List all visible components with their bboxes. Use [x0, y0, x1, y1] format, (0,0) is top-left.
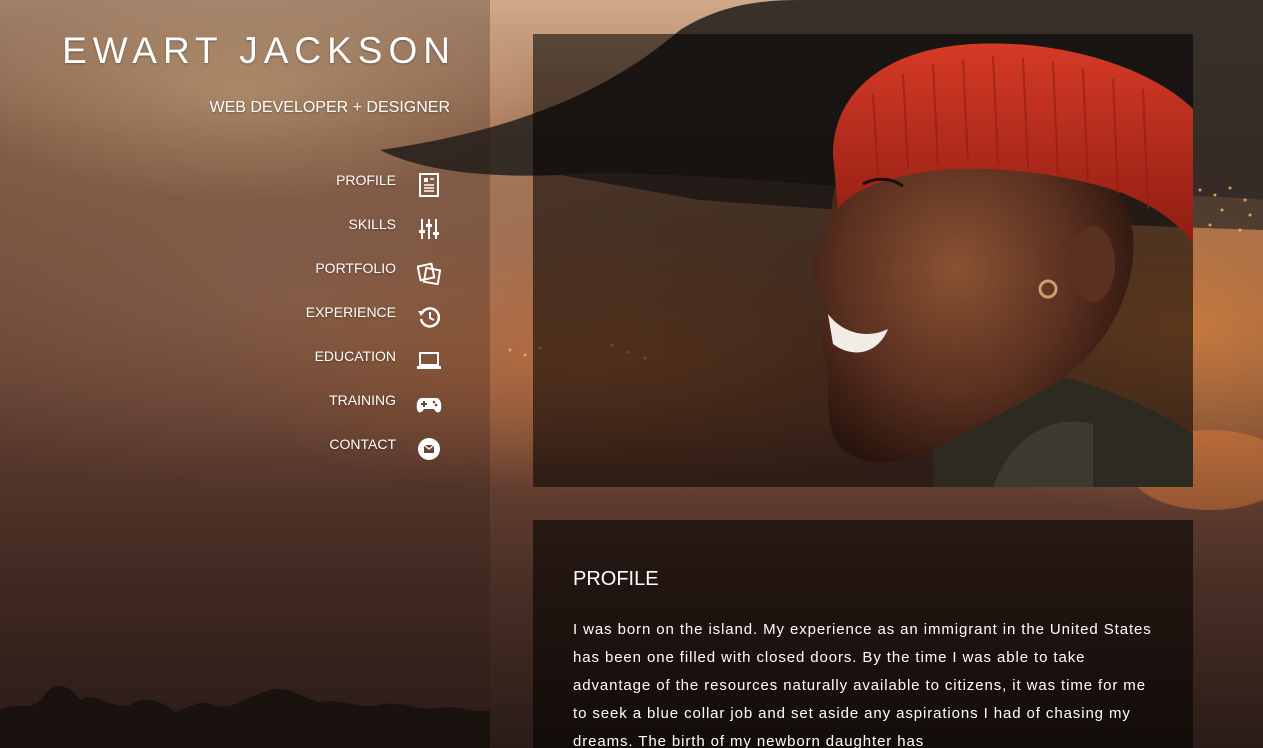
nav-item-label: EXPERIENCE [305, 304, 396, 320]
nav-item-contact[interactable]: CONTACT [182, 427, 442, 471]
gamepad-icon [416, 392, 442, 418]
history-icon [416, 304, 442, 330]
nav-item-label: CONTACT [329, 436, 396, 452]
site-title: EWART JACKSON [62, 30, 456, 71]
nav-item-label: PORTFOLIO [315, 260, 396, 276]
nav-item-label: PROFILE [336, 172, 396, 188]
page: EWART JACKSON WEB DEVELOPER + DESIGNER P… [0, 0, 1263, 748]
tree-silhouette [0, 685, 490, 748]
document-icon [416, 172, 442, 198]
nav-item-experience[interactable]: EXPERIENCE [182, 295, 442, 339]
sidebar-panel: EWART JACKSON WEB DEVELOPER + DESIGNER P… [0, 0, 490, 748]
nav-item-skills[interactable]: SKILLS [182, 207, 442, 251]
main-nav: PROFILE SKILLS PORTFOLIO EXPERIENCE EDUC… [182, 163, 442, 471]
nav-item-profile[interactable]: PROFILE [182, 163, 442, 207]
portrait-card [533, 34, 1193, 487]
nav-item-portfolio[interactable]: PORTFOLIO [182, 251, 442, 295]
site-tagline: WEB DEVELOPER + DESIGNER [209, 99, 450, 116]
portrait-image [812, 43, 1193, 487]
sliders-icon [416, 216, 442, 242]
profile-text: I was born on the island. My experience … [573, 621, 1152, 748]
nav-item-label: SKILLS [348, 216, 396, 232]
profile-heading: PROFILE [573, 568, 659, 590]
nav-item-education[interactable]: EDUCATION [182, 339, 442, 383]
mail-icon [416, 436, 442, 462]
photos-icon [416, 260, 442, 286]
laptop-icon [416, 348, 442, 374]
nav-item-training[interactable]: TRAINING [182, 383, 442, 427]
profile-section: PROFILE I was born on the island. My exp… [533, 520, 1193, 748]
nav-item-label: TRAINING [329, 392, 396, 408]
nav-item-label: EDUCATION [314, 348, 396, 364]
